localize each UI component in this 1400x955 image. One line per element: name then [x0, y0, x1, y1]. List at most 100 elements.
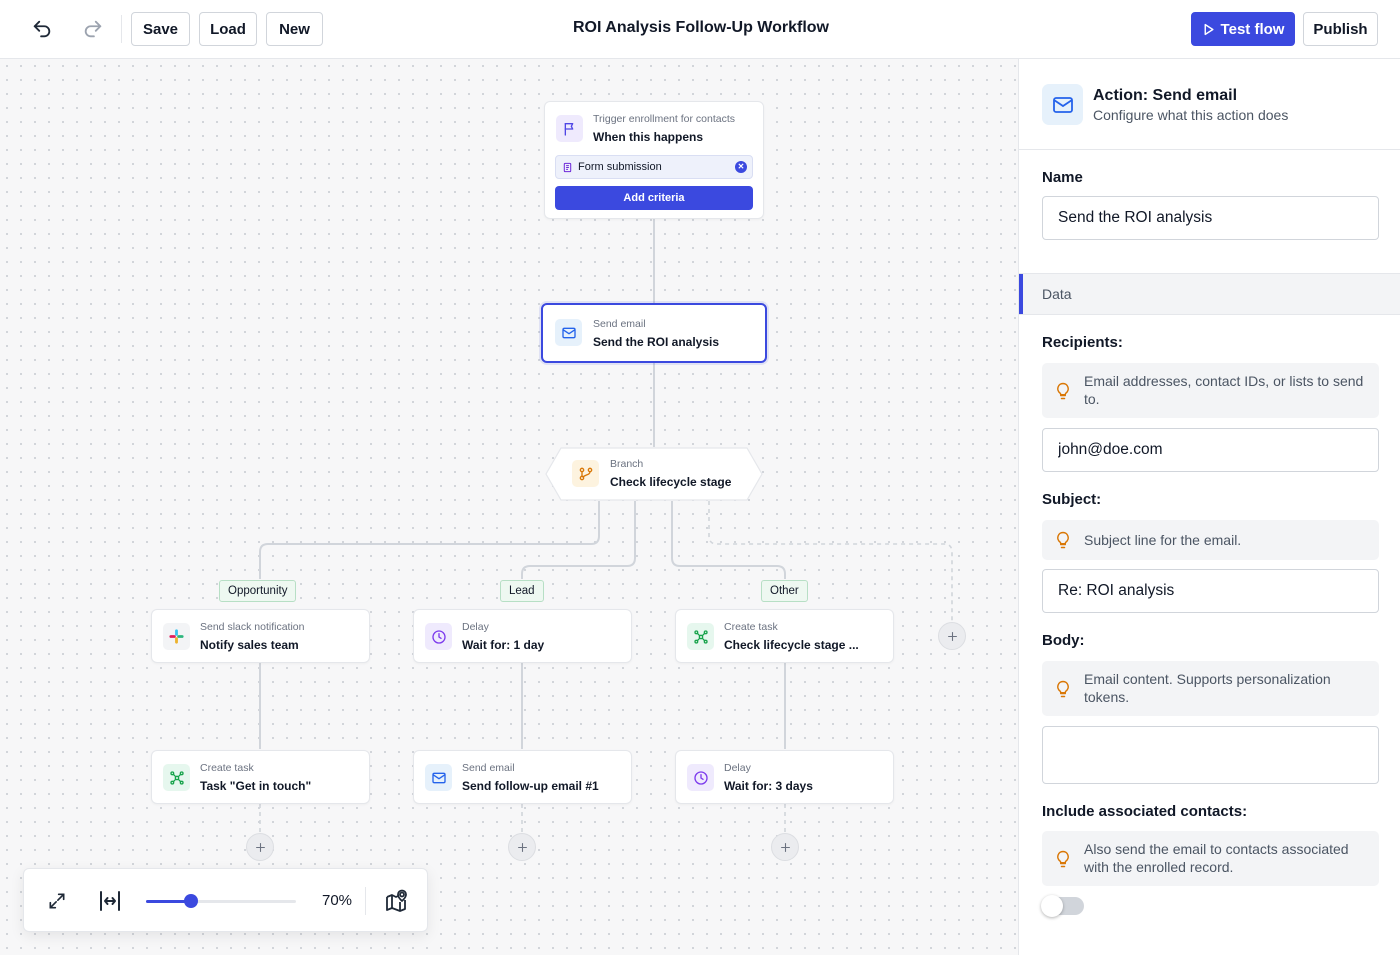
- play-icon: [1204, 23, 1214, 35]
- criteria-chip[interactable]: Form submission ✕: [555, 155, 753, 179]
- branch-tag-lead: Lead: [500, 580, 544, 602]
- remove-criteria-icon[interactable]: ✕: [735, 161, 747, 173]
- slack-icon: [163, 623, 190, 650]
- plus-icon: [947, 631, 957, 641]
- create-task-node[interactable]: Create task Task "Get in touch": [151, 750, 370, 804]
- plus-icon: [780, 842, 790, 852]
- body-hint-text: Email content. Supports personalization …: [1084, 671, 1331, 705]
- trigger-node[interactable]: Trigger enrollment for contacts When thi…: [544, 101, 764, 219]
- name-label: Name: [1042, 169, 1083, 186]
- criteria-label: Form submission: [578, 161, 662, 173]
- branch-tag-opportunity: Opportunity: [219, 580, 297, 602]
- redo-icon[interactable]: [78, 14, 108, 44]
- delay-node[interactable]: Delay Wait for: 3 days: [675, 750, 894, 804]
- task-icon: [163, 764, 190, 791]
- node-title: Wait for: 3 days: [724, 779, 813, 793]
- node-title: Send follow-up email #1: [462, 779, 599, 793]
- send-email-title: Send the ROI analysis: [593, 335, 720, 349]
- lightbulb-icon: [1057, 680, 1069, 698]
- task-icon: [687, 623, 714, 650]
- associated-contacts-hint-text: Also send the email to contacts associat…: [1084, 841, 1349, 875]
- name-input[interactable]: [1042, 196, 1379, 240]
- lightbulb-icon: [1057, 850, 1069, 868]
- save-button[interactable]: Save: [131, 12, 190, 46]
- lightbulb-icon: [1057, 382, 1069, 400]
- publish-button[interactable]: Publish: [1303, 12, 1378, 46]
- zoom-divider: [365, 887, 366, 915]
- delay-node[interactable]: Delay Wait for: 1 day: [413, 609, 632, 663]
- page-title: ROI Analysis Follow-Up Workflow: [572, 19, 829, 36]
- branch-subtitle: Branch: [610, 458, 644, 470]
- toolbar: Save Load New ROI Analysis Follow-Up Wor…: [0, 0, 1400, 59]
- associated-contacts-label: Include associated contacts:: [1042, 803, 1248, 820]
- add-criteria-button[interactable]: Add criteria: [555, 186, 753, 210]
- add-step-button[interactable]: [771, 833, 799, 861]
- node-subtitle: Create task: [200, 762, 254, 774]
- plus-icon: [517, 842, 527, 852]
- node-title: Wait for: 1 day: [462, 638, 545, 652]
- fit-width-icon[interactable]: [96, 887, 124, 915]
- mail-icon: [555, 319, 582, 346]
- mail-icon: [425, 764, 452, 791]
- associated-contacts-hint: Also send the email to contacts associat…: [1042, 831, 1379, 886]
- lightbulb-icon: [1057, 531, 1069, 549]
- node-title: Task "Get in touch": [200, 779, 312, 793]
- panel-title: Action: Send email: [1093, 87, 1238, 104]
- zoom-level: 70%: [322, 892, 353, 909]
- toolbar-divider: [121, 15, 122, 43]
- panel-header: Action: Send email Configure what this a…: [1019, 59, 1400, 150]
- associated-contacts-toggle[interactable]: [1041, 895, 1084, 917]
- add-step-button[interactable]: [246, 833, 274, 861]
- undo-icon[interactable]: [27, 14, 57, 44]
- trigger-title: When this happens: [593, 130, 704, 144]
- body-textarea[interactable]: [1042, 726, 1379, 784]
- branch-title: Check lifecycle stage: [610, 475, 732, 489]
- section-indicator: [1019, 274, 1023, 314]
- panel-subtitle: Configure what this action does: [1093, 107, 1289, 123]
- node-title: Check lifecycle stage ...: [724, 638, 859, 652]
- add-branch-button[interactable]: [938, 622, 966, 650]
- send-email-node[interactable]: Send email Send the ROI analysis: [541, 303, 767, 363]
- recipients-label: Recipients:: [1042, 334, 1123, 351]
- trigger-subtitle: Trigger enrollment for contacts: [593, 113, 736, 125]
- send-email-node-followup[interactable]: Send email Send follow-up email #1: [413, 750, 632, 804]
- node-subtitle: Delay: [724, 762, 751, 774]
- subject-hint-text: Subject line for the email.: [1084, 532, 1242, 548]
- zoom-slider-thumb[interactable]: [184, 894, 198, 908]
- subject-input[interactable]: [1042, 569, 1379, 613]
- test-flow-label: Test flow: [1220, 20, 1285, 38]
- toggle-knob: [1041, 895, 1063, 917]
- flag-icon: [556, 115, 583, 142]
- fullscreen-icon[interactable]: [43, 887, 71, 915]
- load-button[interactable]: Load: [199, 12, 257, 46]
- subject-label: Subject:: [1042, 491, 1102, 508]
- new-button[interactable]: New: [266, 12, 323, 46]
- clock-icon: [687, 764, 714, 791]
- recipients-hint-text: Email addresses, contact IDs, or lists t…: [1084, 373, 1364, 407]
- data-section-header[interactable]: Data: [1019, 273, 1400, 315]
- test-flow-button[interactable]: Test flow: [1191, 12, 1295, 46]
- recipients-input[interactable]: [1042, 428, 1379, 472]
- branch-node[interactable]: Branch Check lifecycle stage: [545, 447, 763, 501]
- node-title: Notify sales team: [200, 638, 299, 652]
- slack-notification-node[interactable]: Send slack notification Notify sales tea…: [151, 609, 370, 663]
- recipients-hint: Email addresses, contact IDs, or lists t…: [1042, 363, 1379, 418]
- zoom-slider[interactable]: [146, 894, 296, 908]
- connector-lines: [259, 219, 953, 832]
- node-subtitle: Send slack notification: [200, 621, 305, 633]
- plus-icon: [255, 842, 265, 852]
- form-icon: [563, 162, 572, 172]
- workflow-canvas[interactable]: Trigger enrollment for contacts When thi…: [0, 59, 1018, 955]
- create-task-node[interactable]: Create task Check lifecycle stage ...: [675, 609, 894, 663]
- zoom-controls: 70%: [23, 868, 428, 932]
- add-step-button[interactable]: [508, 833, 536, 861]
- subject-hint: Subject line for the email.: [1042, 520, 1379, 560]
- branch-tag-other: Other: [761, 580, 808, 602]
- action-panel: Action: Send email Configure what this a…: [1018, 59, 1400, 955]
- node-subtitle: Delay: [462, 621, 489, 633]
- node-subtitle: Create task: [724, 621, 778, 633]
- section-label: Data: [1042, 286, 1072, 302]
- send-email-subtitle: Send email: [593, 318, 646, 330]
- map-icon[interactable]: [382, 887, 410, 915]
- branch-icon: [572, 460, 599, 487]
